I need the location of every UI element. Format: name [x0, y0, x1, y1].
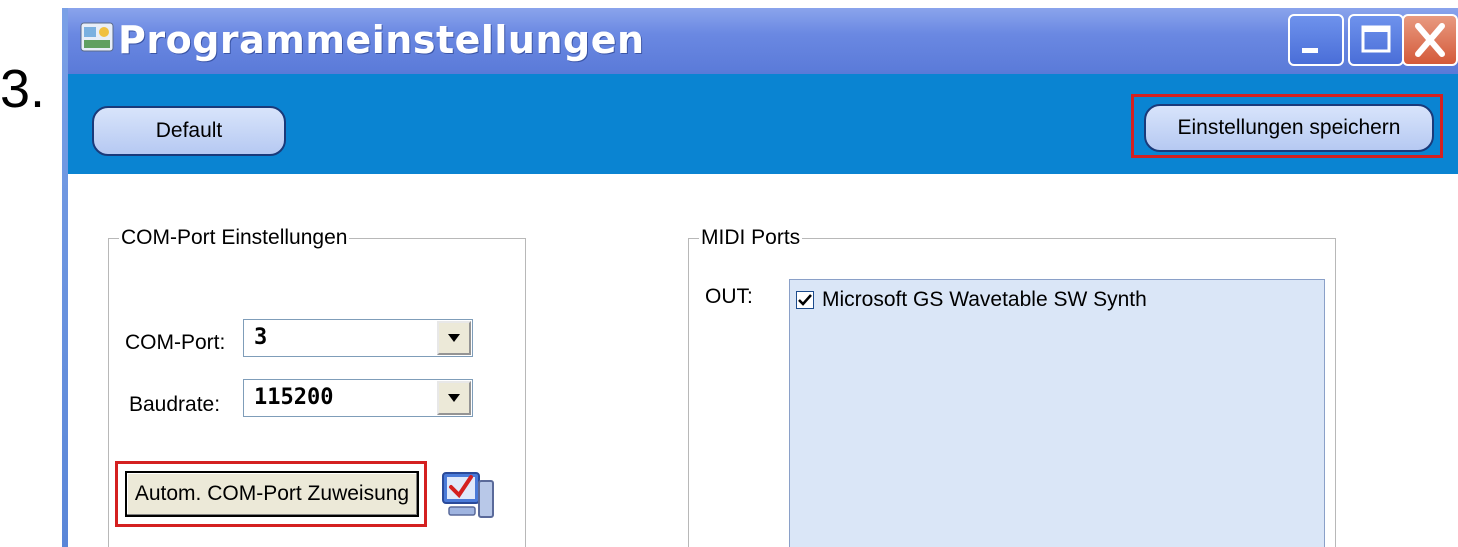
- baudrate-select[interactable]: 115200: [243, 379, 473, 417]
- maximize-icon: [1361, 25, 1391, 53]
- default-button[interactable]: Default: [92, 106, 286, 156]
- com-port-value: 3: [254, 325, 268, 350]
- title-bar[interactable]: Programmeinstellungen: [68, 8, 1458, 74]
- checkmark-icon: [798, 294, 812, 306]
- maximize-button[interactable]: [1348, 14, 1404, 66]
- auto-com-port-assign-button[interactable]: Autom. COM-Port Zuweisung: [125, 471, 419, 517]
- midi-group-title: MIDI Ports: [699, 226, 803, 250]
- window-title: Programmeinstellungen: [118, 18, 645, 62]
- com-port-label: COM-Port:: [125, 331, 226, 354]
- chevron-down-icon: [448, 334, 460, 342]
- com-port-select[interactable]: 3: [243, 319, 473, 357]
- baudrate-value: 115200: [254, 385, 334, 410]
- step-number: 3.: [0, 59, 46, 119]
- close-icon: [1415, 23, 1445, 57]
- out-label: OUT:: [705, 285, 753, 308]
- midi-ports-group: MIDI Ports OUT: Microsoft GS Wavetable S…: [688, 226, 1336, 547]
- baudrate-dropdown-button[interactable]: [437, 381, 471, 415]
- midi-device-checkbox[interactable]: [796, 291, 814, 309]
- minimize-button[interactable]: [1288, 14, 1344, 66]
- settings-window: Programmeinstellungen Default Einstellun…: [68, 8, 1458, 547]
- midi-device-label: Microsoft GS Wavetable SW Synth: [822, 288, 1147, 311]
- minimize-icon: [1302, 48, 1318, 53]
- com-port-group-title: COM-Port Einstellungen: [119, 226, 350, 250]
- computer-check-icon: [442, 472, 494, 518]
- list-item[interactable]: Microsoft GS Wavetable SW Synth: [796, 288, 1147, 312]
- com-port-dropdown-button[interactable]: [437, 321, 471, 355]
- chevron-down-icon: [448, 394, 460, 402]
- close-button[interactable]: [1402, 14, 1458, 66]
- midi-out-device-list[interactable]: Microsoft GS Wavetable SW Synth: [789, 279, 1325, 547]
- app-icon: [80, 22, 114, 52]
- com-port-settings-group: COM-Port Einstellungen COM-Port: 3 Baudr…: [108, 226, 526, 547]
- save-settings-button[interactable]: Einstellungen speichern: [1144, 104, 1434, 152]
- baudrate-label: Baudrate:: [129, 393, 221, 416]
- toolbar: Default Einstellungen speichern: [68, 74, 1458, 174]
- settings-content: COM-Port Einstellungen COM-Port: 3 Baudr…: [68, 174, 1458, 547]
